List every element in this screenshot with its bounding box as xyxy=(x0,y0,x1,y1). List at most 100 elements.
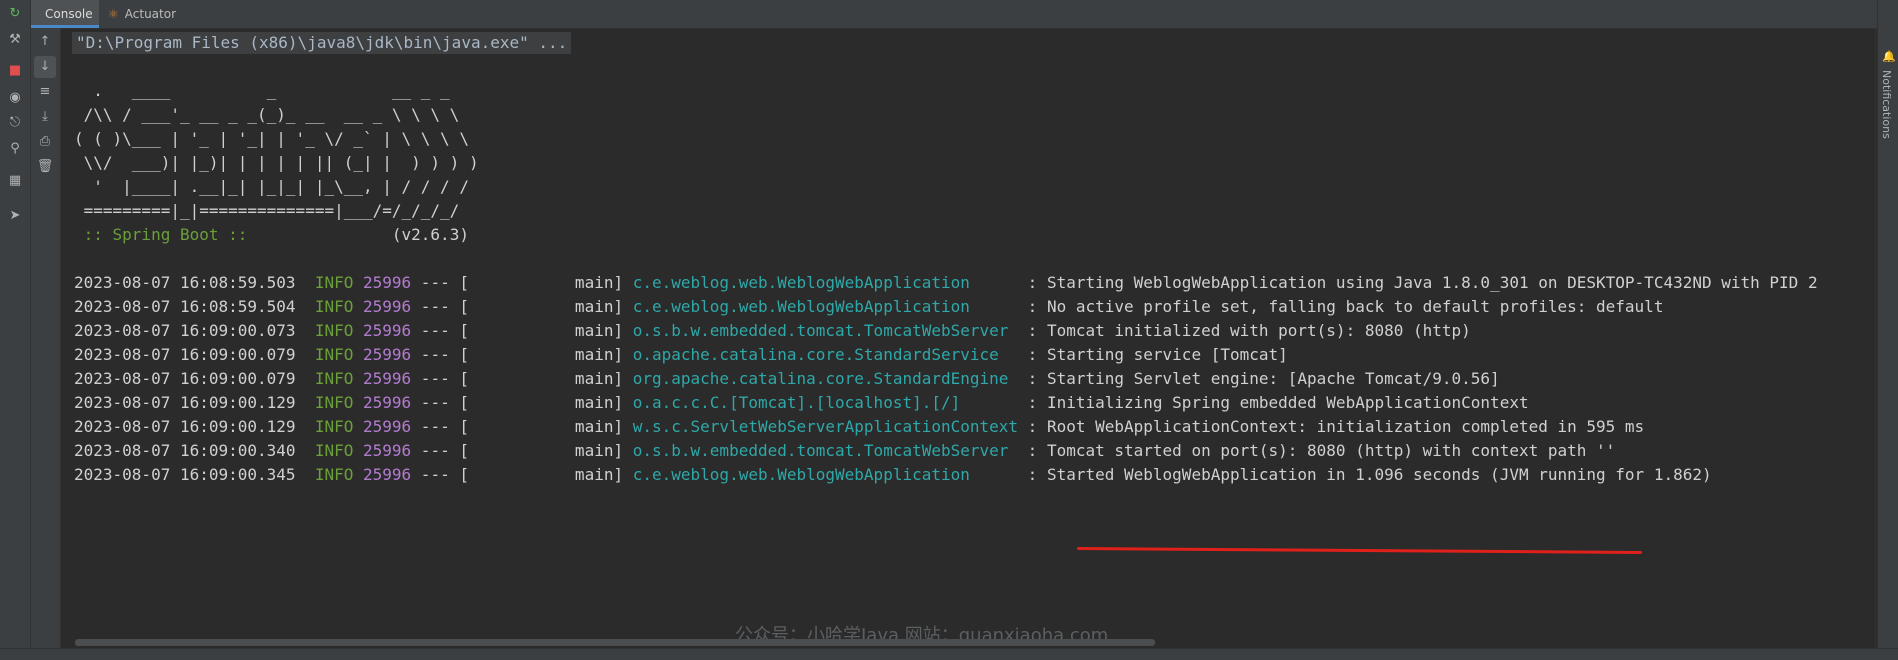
log-line: 2023-08-07 16:09:00.129 INFO 25996 --- [… xyxy=(74,392,1529,414)
log-line: 2023-08-07 16:08:59.504 INFO 25996 --- [… xyxy=(74,296,1663,318)
inspect-icon[interactable]: ⚲ xyxy=(4,138,26,160)
bottom-status-bar xyxy=(0,648,1898,660)
console-right-border xyxy=(1875,28,1876,648)
print-icon[interactable]: ⎙ xyxy=(34,131,56,153)
log-timestamp: 2023-08-07 16:09:00.129 xyxy=(74,417,296,436)
log-pid: 25996 xyxy=(363,321,412,340)
log-message: : Starting Servlet engine: [Apache Tomca… xyxy=(1018,369,1500,388)
log-thread: --- [ main] xyxy=(411,441,624,460)
soft-wrap-icon[interactable]: ≡ xyxy=(34,81,56,103)
log-thread: --- [ main] xyxy=(411,393,624,412)
actuator-icon: ⚛ xyxy=(108,7,119,21)
log-timestamp: 2023-08-07 16:09:00.129 xyxy=(74,393,296,412)
log-timestamp: 2023-08-07 16:09:00.345 xyxy=(74,465,296,484)
rerun-icon[interactable]: ↻ xyxy=(4,3,26,25)
run-toolbar-left: ↻ ⚒ ■ ◉ ⎋ ⚲ ▦ ➤ xyxy=(0,0,31,659)
tab-actuator-label: Actuator xyxy=(124,7,177,21)
log-timestamp: 2023-08-07 16:08:59.504 xyxy=(74,297,296,316)
log-timestamp: 2023-08-07 16:08:59.503 xyxy=(74,273,296,292)
log-timestamp: 2023-08-07 16:09:00.079 xyxy=(74,369,296,388)
pin-icon[interactable]: ➤ xyxy=(4,205,26,227)
down-arrow-icon[interactable]: ↓ xyxy=(34,56,56,78)
log-line: 2023-08-07 16:09:00.073 INFO 25996 --- [… xyxy=(74,320,1471,342)
log-message: : Starting service [Tomcat] xyxy=(1018,345,1288,364)
bell-icon[interactable]: 🔔 xyxy=(1878,46,1898,68)
spring-boot-label: :: Spring Boot :: xyxy=(74,225,258,244)
up-arrow-icon[interactable]: ↑ xyxy=(34,31,56,53)
stop-icon[interactable]: ■ xyxy=(4,60,26,82)
log-timestamp: 2023-08-07 16:09:00.079 xyxy=(74,345,296,364)
log-message: : Root WebApplicationContext: initializa… xyxy=(1018,417,1645,436)
log-timestamp: 2023-08-07 16:09:00.073 xyxy=(74,321,296,340)
banner-line: /\\ / ___'_ __ _ _(_)_ __ __ _ \ \ \ \ xyxy=(74,105,460,124)
log-level: INFO xyxy=(314,345,354,364)
log-thread: --- [ main] xyxy=(411,297,624,316)
log-line: 2023-08-07 16:09:00.079 INFO 25996 --- [… xyxy=(74,344,1288,366)
banner-line: ' |____| .__|_| |_|_| |_\__, | / / / / xyxy=(74,177,469,196)
banner-line: \\/ ___)| |_)| | | | | || (_| | ) ) ) ) xyxy=(74,153,479,172)
tool-window-tabbar: Console ⚛ Actuator xyxy=(0,0,1898,29)
log-timestamp: 2023-08-07 16:09:00.340 xyxy=(74,441,296,460)
log-message: : Tomcat initialized with port(s): 8080 … xyxy=(1018,321,1471,340)
banner-line: . ____ _ __ _ _ xyxy=(74,81,450,100)
log-thread: --- [ main] xyxy=(411,273,624,292)
tab-console-label: Console xyxy=(45,7,93,21)
right-tool-strip: 🔔 Notifications xyxy=(1877,0,1898,659)
log-pid: 25996 xyxy=(363,441,412,460)
console-toolbar: ↑ ↓ ≡ ⤓ ⎙ 🗑 xyxy=(31,28,61,659)
wrench-icon[interactable]: ⚒ xyxy=(4,29,26,51)
log-level: INFO xyxy=(314,465,354,484)
console-output[interactable]: "D:\Program Files (x86)\java8\jdk\bin\ja… xyxy=(61,28,1878,638)
log-level: INFO xyxy=(314,369,354,388)
log-thread: --- [ main] xyxy=(411,465,624,484)
banner-line: ( ( )\___ | '_ | '_| | '_ \/ _` | \ \ \ … xyxy=(74,129,469,148)
banner-line: =========|_|==============|___/=/_/_/_/ xyxy=(74,201,460,220)
trash-icon[interactable]: 🗑 xyxy=(34,156,56,178)
log-pid: 25996 xyxy=(363,417,412,436)
layout-icon[interactable]: ▦ xyxy=(4,170,26,192)
camera-icon[interactable]: ◉ xyxy=(4,87,26,109)
log-logger[interactable]: o.a.c.c.C.[Tomcat].[localhost].[/] xyxy=(633,393,1018,412)
log-pid: 25996 xyxy=(363,297,412,316)
log-logger[interactable]: o.s.b.w.embedded.tomcat.TomcatWebServer xyxy=(633,441,1018,460)
log-message: : Started WeblogWebApplication in 1.096 … xyxy=(1018,465,1712,484)
tab-actuator[interactable]: ⚛ Actuator xyxy=(108,0,200,28)
scroll-to-end-icon[interactable]: ⤓ xyxy=(34,106,56,128)
log-pid: 25996 xyxy=(363,345,412,364)
log-message: : Initializing Spring embedded WebApplic… xyxy=(1018,393,1529,412)
log-level: INFO xyxy=(314,273,354,292)
log-logger[interactable]: w.s.c.ServletWebServerApplicationContext xyxy=(633,417,1018,436)
log-pid: 25996 xyxy=(363,465,412,484)
log-thread: --- [ main] xyxy=(411,369,624,388)
log-logger[interactable]: c.e.weblog.web.WeblogWebApplication xyxy=(633,465,1018,484)
log-line: 2023-08-07 16:09:00.079 INFO 25996 --- [… xyxy=(74,368,1500,390)
horizontal-scrollbar[interactable] xyxy=(75,639,1155,646)
log-level: INFO xyxy=(314,321,354,340)
log-pid: 25996 xyxy=(363,393,412,412)
spring-boot-version: (v2.6.3) xyxy=(257,225,469,244)
log-level: INFO xyxy=(314,393,354,412)
log-pid: 25996 xyxy=(363,273,412,292)
log-thread: --- [ main] xyxy=(411,321,624,340)
log-message: : No active profile set, falling back to… xyxy=(1018,297,1664,316)
log-message: : Starting WeblogWebApplication using Ja… xyxy=(1018,273,1818,292)
log-logger[interactable]: org.apache.catalina.core.StandardEngine xyxy=(633,369,1018,388)
log-level: INFO xyxy=(314,441,354,460)
spring-boot-version-line: :: Spring Boot :: (v2.6.3) xyxy=(74,224,469,246)
log-logger[interactable]: c.e.weblog.web.WeblogWebApplication xyxy=(633,297,1018,316)
log-line: 2023-08-07 16:09:00.129 INFO 25996 --- [… xyxy=(74,416,1644,438)
log-thread: --- [ main] xyxy=(411,417,624,436)
tab-console[interactable]: Console xyxy=(31,0,99,28)
notifications-tab[interactable]: Notifications xyxy=(1880,70,1893,139)
log-level: INFO xyxy=(314,417,354,436)
log-message: : Tomcat started on port(s): 8080 (http)… xyxy=(1018,441,1616,460)
log-pid: 25996 xyxy=(363,369,412,388)
log-logger[interactable]: o.s.b.w.embedded.tomcat.TomcatWebServer xyxy=(633,321,1018,340)
java-command-line: "D:\Program Files (x86)\java8\jdk\bin\ja… xyxy=(72,32,572,54)
log-logger[interactable]: c.e.weblog.web.WeblogWebApplication xyxy=(633,273,1018,292)
log-logger[interactable]: o.apache.catalina.core.StandardService xyxy=(633,345,1018,364)
log-line: 2023-08-07 16:09:00.340 INFO 25996 --- [… xyxy=(74,440,1615,462)
exit-icon[interactable]: ⎋ xyxy=(4,112,26,134)
log-level: INFO xyxy=(314,297,354,316)
log-line: 2023-08-07 16:09:00.345 INFO 25996 --- [… xyxy=(74,464,1712,486)
